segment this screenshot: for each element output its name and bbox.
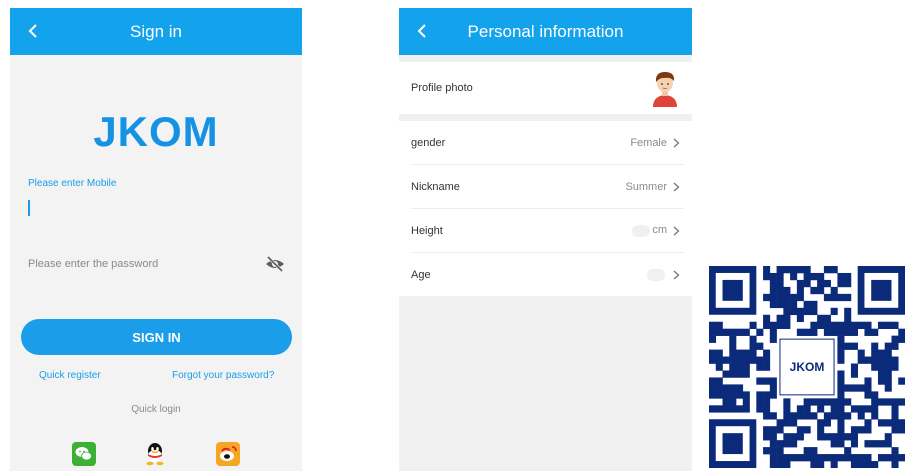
chevron-right-icon [673, 270, 680, 279]
nickname-row[interactable]: Nickname Summer [399, 165, 692, 208]
weibo-icon[interactable] [216, 442, 240, 466]
profile-photo-row[interactable]: Profile photo [399, 62, 692, 114]
password-input[interactable]: Please enter the password [28, 258, 158, 270]
chevron-right-icon [673, 226, 680, 235]
personal-appbar: Personal information [399, 8, 692, 55]
age-label: Age [411, 268, 431, 281]
back-icon[interactable] [22, 19, 44, 43]
jkom-logo: JKOM [93, 108, 219, 155]
quick-register-link[interactable]: Quick register [39, 370, 101, 381]
section-separator [399, 55, 692, 62]
blurred-value [632, 224, 651, 237]
mobile-field-label: Please enter Mobile [28, 178, 117, 189]
age-value [647, 268, 667, 281]
height-label: Height [411, 224, 443, 237]
qr-code-graphic: JKOM [709, 266, 905, 469]
chevron-right-icon [673, 182, 680, 191]
height-unit: cm [652, 224, 667, 237]
mobile-input[interactable] [28, 200, 30, 216]
height-value: cm [632, 224, 667, 237]
section-separator [399, 114, 692, 121]
gender-label: gender [411, 136, 446, 149]
height-row[interactable]: Height cm [399, 209, 692, 252]
signin-appbar: Sign in [10, 8, 302, 55]
gender-row[interactable]: gender Female [399, 121, 692, 164]
eye-off-icon[interactable] [265, 255, 285, 273]
qq-icon[interactable] [143, 442, 167, 466]
avatar[interactable] [650, 69, 680, 107]
profile-photo-label: Profile photo [411, 82, 473, 94]
signin-screen: Sign in JKOM Please enter Mobile Please … [10, 8, 302, 471]
personal-info-screen: Personal information Profile photo gende… [399, 8, 692, 471]
signin-title: Sign in [130, 21, 182, 41]
personal-title: Personal information [467, 21, 624, 41]
age-row[interactable]: Age [399, 253, 692, 296]
forgot-password-link[interactable]: Forgot your password? [172, 370, 274, 381]
blurred-value [647, 268, 665, 281]
back-icon[interactable] [411, 19, 433, 43]
nickname-value: Summer [625, 180, 667, 193]
gender-value: Female [630, 136, 667, 149]
wechat-icon[interactable] [72, 442, 96, 466]
quick-login-label: Quick login [131, 404, 181, 415]
sign-in-button[interactable]: SIGN IN [21, 319, 292, 355]
chevron-right-icon [673, 138, 680, 147]
qr-code: JKOM [709, 266, 905, 469]
nickname-label: Nickname [411, 180, 460, 193]
qr-center-logo: JKOM [790, 360, 825, 374]
